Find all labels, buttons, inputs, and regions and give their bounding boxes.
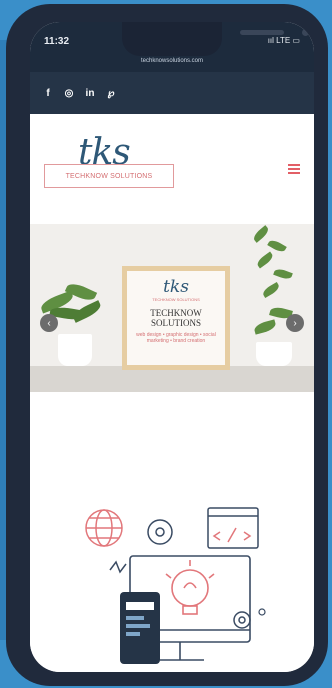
sign-script: web design • graphic design • social mar… [136, 332, 216, 344]
phone-icon [120, 592, 160, 664]
site-header: tks TECHKNOW SOLUTIONS [30, 114, 314, 224]
linkedin-icon[interactable]: in [84, 87, 96, 99]
front-camera [302, 29, 309, 36]
dot-icon [258, 608, 266, 616]
sign-inner: tks TECHKNOW SOLUTIONS TECHKNOW SOLUTION… [127, 271, 225, 365]
hero-slider: tks TECHKNOW SOLUTIONS TECHKNOW SOLUTION… [30, 224, 314, 392]
logo-text: TECHKNOW SOLUTIONS [65, 172, 153, 180]
gear-icon [233, 611, 251, 629]
phone-frame: 11:32 ııl LTE ▭ techknowsolutions.com f … [6, 4, 328, 686]
lightbulb-icon [165, 560, 215, 615]
sign-logo-mark: tks [163, 277, 189, 297]
web-design-illustration [85, 507, 266, 664]
notch [122, 22, 309, 56]
slider-prev-button[interactable]: ‹ [40, 314, 58, 332]
status-bar: 11:32 ııl LTE ▭ techknowsolutions.com [30, 22, 314, 72]
logo-box: TECHKNOW SOLUTIONS [44, 164, 174, 188]
framed-sign: tks TECHKNOW SOLUTIONS TECHKNOW SOLUTION… [122, 266, 230, 370]
facebook-icon[interactable]: f [42, 87, 54, 99]
hamburger-icon[interactable] [288, 164, 300, 174]
globe-icon [85, 509, 123, 547]
phone-screen: 11:32 ııl LTE ▭ techknowsolutions.com f … [30, 22, 314, 672]
sign-title-1: TECHKNOW [150, 308, 202, 318]
content-section [30, 392, 314, 672]
slider-next-button[interactable]: › [286, 314, 304, 332]
social-bar: f ◎ in ℘ [30, 72, 314, 114]
pinterest-icon[interactable]: ℘ [105, 87, 117, 99]
at-icon [147, 519, 173, 545]
speaker [240, 30, 284, 35]
sign-title-2: SOLUTIONS [150, 318, 201, 328]
sign-small-text: TECHKNOW SOLUTIONS [152, 297, 200, 302]
status-time: 11:32 [44, 36, 70, 47]
url-bar[interactable]: techknowsolutions.com [30, 58, 314, 64]
site-logo[interactable]: tks TECHKNOW SOLUTIONS [44, 132, 174, 196]
code-window-icon [207, 507, 259, 549]
zigzag-icon [109, 560, 127, 574]
instagram-icon[interactable]: ◎ [63, 87, 75, 99]
system-icons: ııl LTE ▭ [267, 36, 300, 45]
